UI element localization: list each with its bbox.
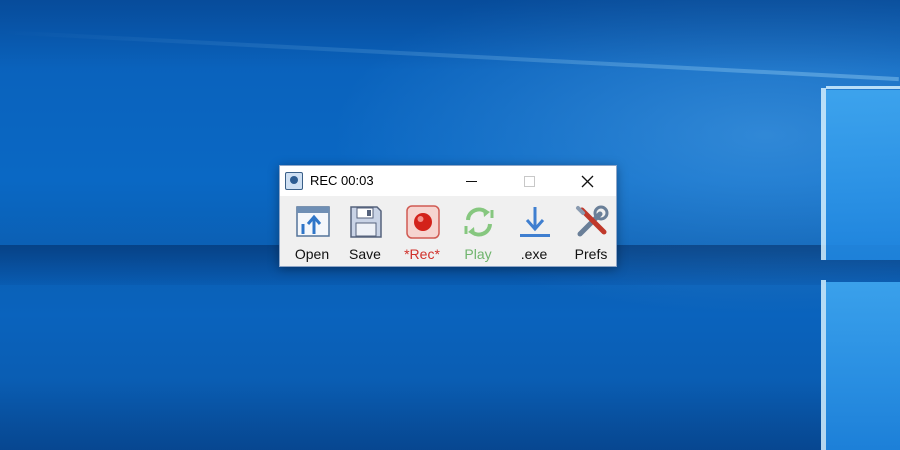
record-button[interactable]: *Rec* bbox=[396, 202, 448, 264]
play-button[interactable]: Play bbox=[452, 202, 504, 264]
windows-logo-pane bbox=[826, 90, 900, 260]
preferences-button[interactable]: Prefs bbox=[565, 202, 617, 264]
toolbar: Open Save *Rec* Play .exe Prefs bbox=[286, 202, 616, 264]
preferences-icon bbox=[576, 205, 609, 237]
window-title: REC 00:03 bbox=[310, 173, 374, 188]
record-icon bbox=[406, 205, 440, 239]
open-icon bbox=[296, 206, 330, 237]
record-label: *Rec* bbox=[404, 246, 440, 262]
play-label: Play bbox=[464, 246, 492, 262]
windows-logo-pane bbox=[826, 282, 900, 450]
save-label: Save bbox=[349, 246, 381, 262]
open-label: Open bbox=[294, 246, 330, 262]
close-button[interactable] bbox=[564, 166, 610, 196]
export-exe-icon bbox=[520, 207, 550, 237]
title-bar[interactable]: REC 00:03 bbox=[280, 166, 616, 196]
wallpaper-shade-bottom bbox=[0, 380, 900, 450]
recorder-window: REC 00:03 Open Save *Rec* Play .exe Pref… bbox=[279, 165, 617, 267]
app-icon[interactable] bbox=[285, 172, 303, 190]
play-icon bbox=[464, 207, 494, 237]
maximize-icon bbox=[523, 175, 535, 187]
windows-logo-edge bbox=[826, 86, 900, 89]
save-icon bbox=[350, 206, 382, 238]
save-button[interactable]: Save bbox=[339, 202, 391, 264]
export-exe-button[interactable]: .exe bbox=[508, 202, 560, 264]
maximize-button[interactable] bbox=[506, 166, 552, 196]
export-exe-label: .exe bbox=[520, 246, 548, 262]
minimize-icon bbox=[465, 180, 477, 182]
minimize-button[interactable] bbox=[448, 166, 494, 196]
preferences-label: Prefs bbox=[574, 246, 608, 262]
wallpaper-shade-top bbox=[0, 0, 900, 70]
open-button[interactable]: Open bbox=[286, 202, 338, 264]
close-icon bbox=[581, 175, 593, 187]
